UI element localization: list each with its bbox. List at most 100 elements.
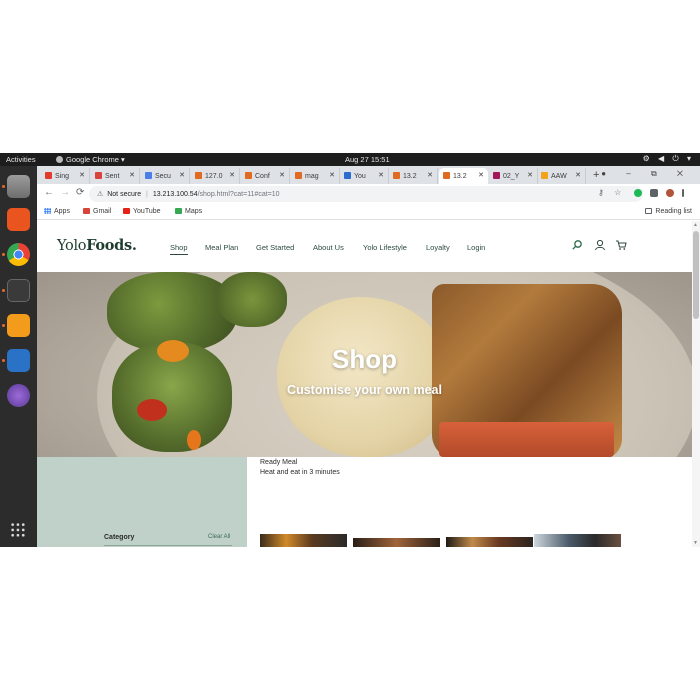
hero-banner: Shop Customise your own meal [37, 272, 692, 457]
hero-subtitle: Customise your own meal [287, 383, 442, 397]
browser-tab[interactable]: Secu ✕ [141, 168, 190, 184]
browser-tab[interactable]: 127.0 ✕ [191, 168, 240, 184]
software-center-dock-icon[interactable] [7, 208, 30, 231]
page-scrollbar[interactable]: ▲ ▼ [692, 221, 700, 547]
system-tray[interactable]: ⚙ ◀ ⏻ ▾ [643, 154, 694, 164]
browser-tab[interactable]: AAW ✕ [537, 168, 586, 184]
running-indicator [2, 324, 5, 327]
account-icon[interactable] [594, 239, 606, 251]
chrome-icon [56, 156, 63, 163]
back-button[interactable]: ← [44, 187, 54, 198]
show-applications-icon[interactable] [10, 522, 26, 538]
tab-close-icon[interactable]: ✕ [427, 171, 433, 179]
apps-label: Apps [54, 208, 70, 215]
clock[interactable]: Aug 27 15:51 [345, 155, 390, 164]
scrollbar-thumb[interactable] [693, 231, 699, 319]
hero-broccoli-image [217, 272, 287, 327]
yolofoods-logo[interactable]: YoloFoods. [57, 237, 137, 254]
nav-meal-plan[interactable]: Meal Plan [205, 243, 238, 252]
files-dock-icon[interactable] [7, 175, 30, 198]
tab-favicon-icon [443, 172, 450, 179]
tab-strip: Sing ✕ Sent ✕ Secu ✕ 127.0 ✕ Conf ✕ mag ✕ You ✕ 13.2 ✕ 1… [37, 166, 700, 184]
tab-favicon-icon [145, 172, 152, 179]
reading-list-icon [645, 208, 653, 214]
browser-tab[interactable]: Conf ✕ [241, 168, 290, 184]
terminal-dock-icon[interactable] [7, 279, 30, 302]
product-card-image[interactable] [534, 534, 621, 547]
omnibox-actions[interactable]: ⚷ ☆ [598, 188, 625, 197]
running-indicator [2, 289, 5, 292]
bookmark-label: Maps [185, 208, 203, 215]
address-bar[interactable]: ⚠ Not secure | 13.213.100.54/shop.html?c… [89, 186, 643, 202]
active-app-menu[interactable]: Google Chrome ▾ [56, 155, 125, 164]
clear-all-link[interactable]: Clear All [208, 534, 230, 540]
product-listing: Ready Meal Heat and eat in 3 minutes [247, 457, 692, 547]
product-card-image[interactable] [260, 534, 347, 547]
activities-button[interactable]: Activities [6, 155, 36, 164]
bookmark-label: YouTube [133, 208, 161, 215]
bookmark-youtube[interactable]: YouTube [123, 208, 161, 215]
window-controls[interactable]: ● – ⧉ ✕ [601, 169, 692, 179]
security-label: Not secure [107, 191, 142, 198]
bookmark-maps[interactable]: Maps [175, 208, 202, 215]
nav-yolo-lifestyle[interactable]: Yolo Lifestyle [363, 243, 407, 252]
browser-tab[interactable]: Sing ✕ [41, 168, 90, 184]
browser-tab[interactable]: 13.2 ✕ [389, 168, 438, 184]
address-separator: | [146, 191, 148, 198]
nav-login[interactable]: Login [467, 243, 485, 252]
product-card-image[interactable] [446, 537, 533, 547]
scroll-down-arrow-icon[interactable]: ▼ [693, 540, 698, 546]
tab-favicon-icon [295, 172, 302, 179]
desktop-screen: Activities Google Chrome ▾ Aug 27 15:51 … [0, 153, 700, 547]
browser-tab[interactable]: 02_Y ✕ [489, 168, 538, 184]
tab-label: Secu [155, 173, 171, 180]
browser-tab[interactable]: You ✕ [340, 168, 389, 184]
puzzle-icon[interactable] [650, 189, 658, 197]
tab-close-icon[interactable]: ✕ [79, 171, 85, 179]
tab-close-icon[interactable]: ✕ [478, 171, 484, 179]
chrome-dock-icon[interactable] [7, 243, 30, 266]
tab-close-icon[interactable]: ✕ [378, 171, 384, 179]
nav-loyalty[interactable]: Loyalty [426, 243, 450, 252]
nav-shop[interactable]: Shop [170, 243, 188, 255]
network-app-dock-icon[interactable] [7, 384, 30, 407]
sublime-text-dock-icon[interactable] [7, 314, 30, 337]
new-tab-button[interactable]: + [593, 169, 599, 181]
not-secure-icon[interactable]: ⚠ [97, 191, 103, 198]
apps-bookmark[interactable]: Apps [44, 208, 70, 215]
logo-light-text: Yolo [57, 238, 87, 254]
extension-icon[interactable] [634, 189, 642, 197]
reading-list-button[interactable]: Reading list [645, 208, 692, 215]
tab-close-icon[interactable]: ✕ [527, 171, 533, 179]
tab-favicon-icon [393, 172, 400, 179]
hero-fish-image [439, 422, 614, 457]
reload-button[interactable]: ⟳ [76, 187, 84, 198]
section-title: Ready Meal [260, 459, 298, 466]
writer-dock-icon[interactable] [7, 349, 30, 372]
tab-favicon-icon [493, 172, 500, 179]
tab-close-icon[interactable]: ✕ [179, 171, 185, 179]
browser-tab[interactable]: mag ✕ [291, 168, 340, 184]
tab-label: 13.2 [453, 173, 467, 180]
browser-tab[interactable]: Sent ✕ [91, 168, 140, 184]
tab-favicon-icon [541, 172, 548, 179]
nav-about-us[interactable]: About Us [313, 243, 344, 252]
search-icon[interactable] [571, 239, 583, 251]
product-card-image[interactable] [353, 538, 440, 547]
bookmark-gmail[interactable]: Gmail [83, 208, 111, 215]
browser-toolbar: ← → ⟳ ⚠ Not secure | 13.213.100.54/shop.… [37, 184, 700, 204]
tab-favicon-icon [344, 172, 351, 179]
tab-close-icon[interactable]: ✕ [229, 171, 235, 179]
tab-close-icon[interactable]: ✕ [575, 171, 581, 179]
avatar[interactable] [666, 189, 674, 197]
browser-tab[interactable]: 13.2 ✕ [439, 168, 488, 184]
tab-close-icon[interactable]: ✕ [129, 171, 135, 179]
tab-close-icon[interactable]: ✕ [329, 171, 335, 179]
scroll-up-arrow-icon[interactable]: ▲ [693, 222, 698, 228]
tab-close-icon[interactable]: ✕ [279, 171, 285, 179]
tab-label: mag [305, 173, 319, 180]
forward-button[interactable]: → [60, 187, 70, 198]
nav-get-started[interactable]: Get Started [256, 243, 294, 252]
cart-icon[interactable] [615, 239, 627, 251]
menu-kebab-icon[interactable] [682, 189, 684, 197]
